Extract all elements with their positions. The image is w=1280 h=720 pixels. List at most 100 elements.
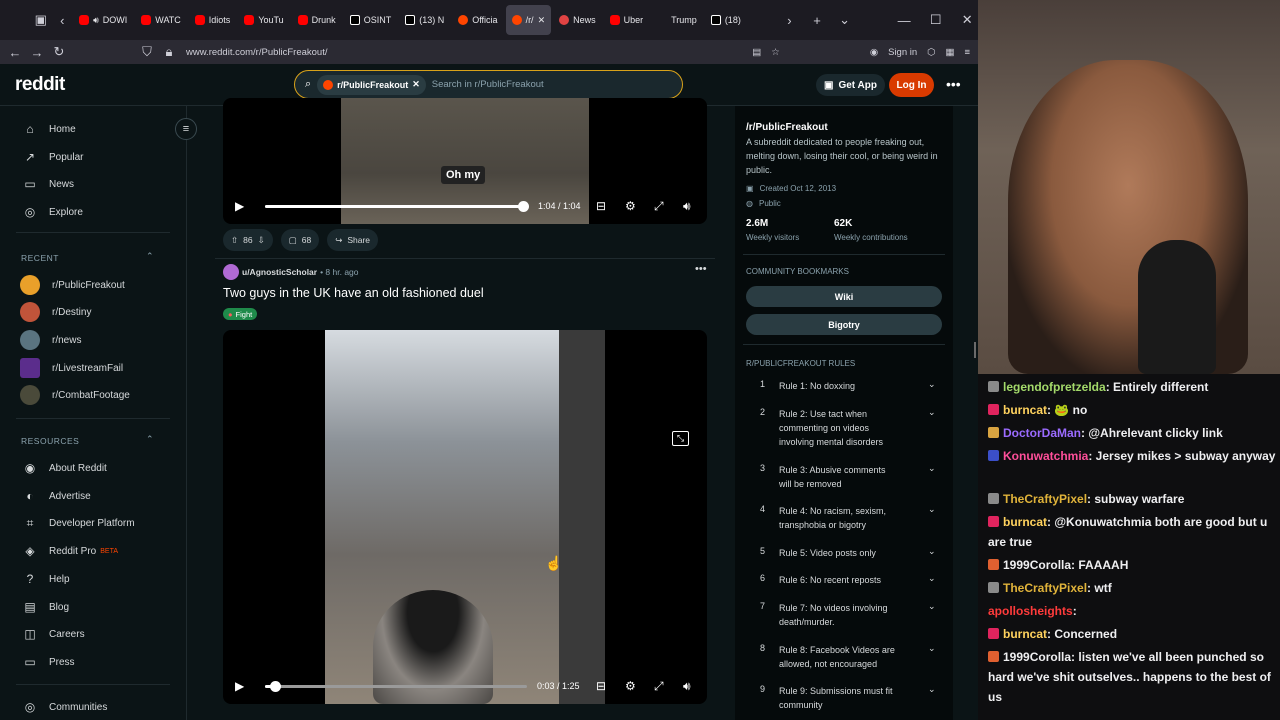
sidebar-item-communities[interactable]: ◎ Communities <box>23 700 108 714</box>
sign-in-link[interactable]: Sign in <box>888 47 917 58</box>
search-bar[interactable]: ⌕ r/PublicFreakout ✕ Search in r/PublicF… <box>294 70 683 99</box>
browser-tab[interactable]: News <box>553 5 602 35</box>
comments-button[interactable]: ▢ 68 <box>280 229 320 251</box>
chevron-down-icon[interactable]: ⌄ <box>928 546 936 557</box>
post-overflow-icon[interactable]: ••• <box>695 263 707 275</box>
forward-icon[interactable]: → <box>26 41 48 63</box>
chat-username[interactable]: TheCraftyPixel <box>1003 581 1087 595</box>
sidebar-item-popular[interactable]: ↗ Popular <box>23 150 84 164</box>
chevron-down-icon[interactable]: ⌄ <box>928 684 936 695</box>
resource-about-reddit[interactable]: ◉ About Reddit <box>23 461 107 475</box>
sidebar-item-explore[interactable]: ◎ Explore <box>23 205 83 219</box>
log-in-button[interactable]: Log In <box>889 73 934 97</box>
post1-video[interactable]: Oh my ▶ 1:04 / 1:04 ⊟ ⚙ ⤢ 🔊︎ <box>223 98 707 224</box>
reload-icon[interactable]: ↻ <box>48 41 70 63</box>
browser-tab[interactable]: YouTu <box>238 5 289 35</box>
user-avatar[interactable] <box>223 264 239 280</box>
addon-icon[interactable]: ▦ <box>945 47 954 58</box>
recent-item-combatfootage[interactable]: r/CombatFootage <box>20 385 130 405</box>
browser-tab[interactable]: Idiots <box>189 5 237 35</box>
chat-username[interactable]: burncat <box>1003 627 1047 641</box>
upvote-icon[interactable]: ⇧ <box>231 235 238 246</box>
chip-close-icon[interactable]: ✕ <box>412 79 420 90</box>
recent-item-news[interactable]: r/news <box>20 330 81 350</box>
close-tab-icon[interactable]: ✕ <box>538 15 546 26</box>
menu-icon[interactable]: ≡ <box>964 47 970 58</box>
shield-icon[interactable]: ⛉ <box>136 41 158 63</box>
play-icon[interactable]: ▶ <box>235 199 244 213</box>
url-field[interactable]: www.reddit.com/r/PublicFreakout/ <box>186 47 328 58</box>
settings-gear-icon[interactable]: ⚙ <box>625 679 636 693</box>
tab-scroll-right-icon[interactable]: › <box>779 9 801 31</box>
search-input[interactable]: Search in r/PublicFreakout <box>432 79 544 90</box>
seek-bar[interactable] <box>265 681 527 692</box>
minimize-icon[interactable]: — <box>893 9 915 31</box>
chat-username[interactable]: DoctorDaMan <box>1003 426 1081 440</box>
browser-tab[interactable]: (13) N <box>399 5 450 35</box>
chat-username[interactable]: burncat <box>1003 403 1047 417</box>
play-icon[interactable]: ▶ <box>235 679 244 693</box>
volume-icon[interactable]: 🔊︎ <box>683 679 691 694</box>
captions-icon[interactable]: ⊟ <box>596 199 606 213</box>
get-app-button[interactable]: ▣ Get App <box>816 74 885 96</box>
settings-gear-icon[interactable]: ⚙ <box>625 199 636 213</box>
browser-tab[interactable]: WATC <box>135 5 187 35</box>
chat-username[interactable]: burncat <box>1003 515 1047 529</box>
chat-username[interactable]: 1999Corolla <box>1003 558 1071 572</box>
more-options-icon[interactable]: ••• <box>946 76 961 92</box>
chat-username[interactable]: legendofpretzelda <box>1003 380 1106 394</box>
page-scrollbar[interactable] <box>953 106 978 720</box>
chat-username[interactable]: apollosheights <box>988 604 1073 618</box>
post2-title[interactable]: Two guys in the UK have an old fashioned… <box>223 286 484 300</box>
chevron-down-icon[interactable]: ⌄ <box>928 379 936 390</box>
close-window-icon[interactable]: ✕ <box>956 9 978 31</box>
chat-username[interactable]: Konuwatchmia <box>1003 449 1088 463</box>
chevron-down-icon[interactable]: ⌄ <box>928 601 936 612</box>
scrollbar-thumb[interactable] <box>974 342 976 358</box>
recent-chevron-icon[interactable]: ⌃ <box>146 251 154 262</box>
downvote-icon[interactable]: ⇩ <box>258 235 265 246</box>
browser-tab[interactable]: Officia <box>452 5 503 35</box>
chat-username[interactable]: TheCraftyPixel <box>1003 492 1087 506</box>
seek-handle[interactable] <box>270 681 282 692</box>
browser-tab[interactable]: Uber <box>604 5 650 35</box>
reddit-logo[interactable]: reddit <box>15 74 65 96</box>
new-tab-icon[interactable]: + <box>806 9 828 31</box>
chevron-down-icon[interactable]: ⌄ <box>928 407 936 418</box>
browser-tab[interactable]: (18) <box>705 5 747 35</box>
resource-careers[interactable]: ◫ Careers <box>23 627 84 641</box>
chat-username[interactable]: 1999Corolla <box>1003 650 1071 664</box>
post2-video[interactable]: ⤡ ☝ ▶ 0:03 / 1:25 ⊟ ⚙ ⤢ 🔊︎ <box>223 330 707 704</box>
account-icon[interactable]: ◉ <box>870 47 878 58</box>
recent-item-destiny[interactable]: r/Destiny <box>20 302 91 322</box>
browser-tab[interactable]: OSINT <box>344 5 398 35</box>
chevron-down-icon[interactable]: ⌄ <box>928 573 936 584</box>
expand-video-icon[interactable]: ⤡ <box>672 431 689 446</box>
recent-item-livestreamfail[interactable]: r/LivestreamFail <box>20 358 123 378</box>
back-icon[interactable]: ← <box>4 41 26 63</box>
browser-tab[interactable]: Trump <box>651 5 703 35</box>
list-tabs-icon[interactable]: ⌄ <box>834 9 856 31</box>
chevron-down-icon[interactable]: ⌄ <box>928 504 936 515</box>
share-button[interactable]: ↪ Share <box>327 229 379 251</box>
seek-handle[interactable] <box>518 201 529 212</box>
bookmark-wiki[interactable]: Wiki <box>746 286 942 307</box>
fullscreen-icon[interactable]: ⤢ <box>654 679 664 694</box>
extensions-icon[interactable]: ⬡ <box>927 47 935 58</box>
reader-view-icon[interactable]: ▤ <box>752 47 761 58</box>
browser-tab[interactable]: Drunk <box>292 5 342 35</box>
seek-bar[interactable] <box>265 201 529 212</box>
resource-reddit-pro[interactable]: ◈ Reddit Pro BETA <box>23 544 118 558</box>
resource-blog[interactable]: ▤ Blog <box>23 600 69 614</box>
resource-advertise[interactable]: ◐ Advertise <box>23 489 90 503</box>
tab-overview-icon[interactable]: ▣ <box>30 9 52 31</box>
resource-developer-platform[interactable]: ⌗ Developer Platform <box>23 516 135 530</box>
post-author[interactable]: u/AgnosticScholar <box>242 267 317 277</box>
bookmark-bigotry[interactable]: Bigotry <box>746 314 942 335</box>
recent-item-publicfreakout[interactable]: r/PublicFreakout <box>20 275 125 295</box>
resource-help[interactable]: ? Help <box>23 572 70 586</box>
fullscreen-icon[interactable]: ⤢ <box>654 199 664 214</box>
resources-chevron-icon[interactable]: ⌃ <box>146 434 154 445</box>
search-community-chip[interactable]: r/PublicFreakout ✕ <box>317 74 426 95</box>
maximize-icon[interactable]: ☐ <box>925 9 947 31</box>
